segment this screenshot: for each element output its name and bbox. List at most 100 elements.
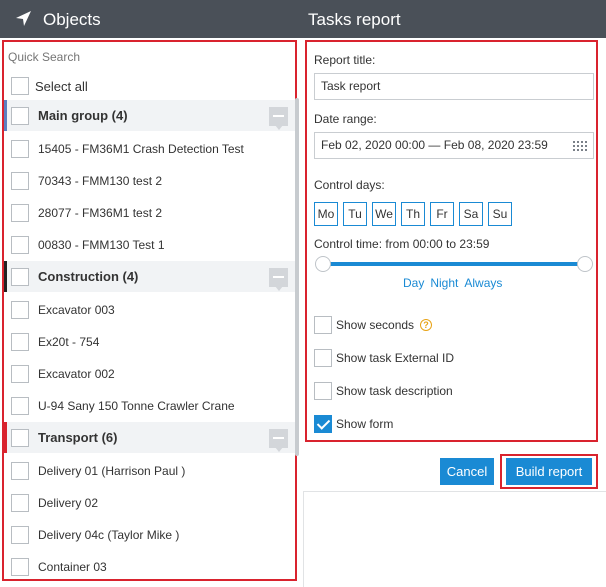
list-item[interactable]: 28077 - FM36M1 test 2 [4,197,295,229]
group-label: Main group (4) [38,108,128,123]
group-label: Construction (4) [38,269,139,284]
help-icon[interactable]: ? [420,319,433,331]
option-show-form[interactable]: Show form [314,414,393,434]
select-all-checkbox[interactable] [11,77,29,95]
option-show-description[interactable]: Show task description [314,381,453,401]
show-description-checkbox[interactable] [314,382,332,400]
object-checkbox[interactable] [11,301,29,319]
collapse-group-icon-tail [275,447,283,452]
objects-panel: Select all Main group (4) 15405 - FM36M1… [2,40,297,581]
group-checkbox[interactable] [11,107,29,125]
day-toggle-tu[interactable]: Tu [343,202,367,226]
objects-title: Objects [43,10,101,29]
object-checkbox[interactable] [11,140,29,158]
group-row-construction[interactable]: Construction (4) [4,261,295,292]
preset-always-link[interactable]: Always [464,276,502,290]
object-checkbox[interactable] [11,558,29,576]
day-toggle-sa[interactable]: Sa [459,202,483,226]
list-item[interactable]: U-94 Sany 150 Tonne Crawler Crane [4,390,295,422]
report-title-label: Report title: [314,53,376,67]
day-toggle-fr[interactable]: Fr [430,202,454,226]
list-item[interactable]: Delivery 01 (Harrison Paul ) [4,455,295,487]
object-label: U-94 Sany 150 Tonne Crawler Crane [38,399,235,413]
list-item[interactable]: 70343 - FMM130 test 2 [4,165,295,197]
cancel-button[interactable]: Cancel [440,458,494,485]
object-label: Excavator 002 [38,367,115,381]
object-label: Delivery 02 [38,496,99,510]
object-label: Delivery 04c (Taylor Mike ) [38,528,180,542]
slider-start-handle[interactable] [315,256,331,272]
calendar-grid-icon[interactable] [573,141,587,151]
control-days-label: Control days: [314,178,385,192]
control-time-slider-track[interactable] [323,262,585,266]
group-row-main[interactable]: Main group (4) [4,100,295,131]
object-checkbox[interactable] [11,462,29,480]
show-seconds-label: Show seconds [336,318,415,332]
show-external-id-checkbox[interactable] [314,349,332,367]
date-range-input[interactable]: Feb 02, 2020 00:00 — Feb 08, 2020 23:59 [314,132,594,159]
group-color-marker [4,261,7,292]
panel-divider [303,492,304,587]
top-header: Objects Tasks report [0,0,606,38]
object-label: 28077 - FM36M1 test 2 [38,206,163,220]
build-report-highlight: Build report [500,454,598,489]
select-all-label: Select all [35,78,88,94]
collapse-group-icon-tail [275,286,283,291]
group-checkbox[interactable] [11,268,29,286]
object-checkbox[interactable] [11,365,29,383]
day-toggle-we[interactable]: We [372,202,396,226]
select-all-row[interactable]: Select all [11,76,88,96]
tasks-report-title: Tasks report [308,10,401,29]
group-color-marker [4,100,7,131]
object-label: 00830 - FMM130 Test 1 [38,238,165,252]
build-report-button[interactable]: Build report [506,458,592,485]
object-label: 15405 - FM36M1 Crash Detection Test [38,142,244,156]
object-label: 70343 - FMM130 test 2 [38,174,163,188]
list-item[interactable]: Ex20t - 754 [4,326,295,358]
collapse-group-icon[interactable] [269,107,288,126]
preset-night-link[interactable]: Night [430,276,458,290]
list-item[interactable]: 00830 - FMM130 Test 1 [4,229,295,261]
objects-scrollbar[interactable] [295,98,299,456]
show-description-label: Show task description [336,384,453,398]
group-color-marker [4,422,7,453]
list-item[interactable]: Excavator 003 [4,294,295,326]
action-bar: Cancel Build report [303,444,606,492]
group-checkbox[interactable] [11,429,29,447]
day-toggle-mo[interactable]: Mo [314,202,338,226]
collapse-group-icon-tail [275,125,283,130]
option-show-seconds[interactable]: Show seconds ? [314,315,433,335]
group-row-transport[interactable]: Transport (6) [4,422,295,453]
list-item[interactable]: 15405 - FM36M1 Crash Detection Test [4,133,295,165]
group-label: Transport (6) [38,430,118,445]
report-title-input[interactable]: Task report [314,73,594,100]
object-checkbox[interactable] [11,204,29,222]
list-item[interactable]: Excavator 002 [4,358,295,390]
object-checkbox[interactable] [11,333,29,351]
object-checkbox[interactable] [11,397,29,415]
show-seconds-checkbox[interactable] [314,316,332,334]
slider-end-handle[interactable] [577,256,593,272]
time-presets: Day Night Always [403,276,508,290]
object-label: Delivery 01 (Harrison Paul ) [38,464,186,478]
date-range-value: Feb 02, 2020 00:00 — Feb 08, 2020 23:59 [321,138,548,152]
object-checkbox[interactable] [11,172,29,190]
object-checkbox[interactable] [11,526,29,544]
object-label: Ex20t - 754 [38,335,100,349]
object-checkbox[interactable] [11,494,29,512]
collapse-group-icon[interactable] [269,429,288,448]
list-item[interactable]: Delivery 04c (Taylor Mike ) [4,519,295,551]
show-form-label: Show form [336,417,394,431]
quick-search-input[interactable] [8,50,288,64]
option-show-external-id[interactable]: Show task External ID [314,348,454,368]
object-checkbox[interactable] [11,236,29,254]
list-item[interactable]: Container 03 [4,551,295,579]
collapse-group-icon[interactable] [269,268,288,287]
day-toggle-su[interactable]: Su [488,202,512,226]
show-form-checkbox[interactable] [314,415,332,433]
navigation-arrow-icon [16,11,31,26]
list-item[interactable]: Delivery 02 [4,487,295,519]
object-label: Excavator 003 [38,303,115,317]
day-toggle-th[interactable]: Th [401,202,425,226]
preset-day-link[interactable]: Day [403,276,424,290]
